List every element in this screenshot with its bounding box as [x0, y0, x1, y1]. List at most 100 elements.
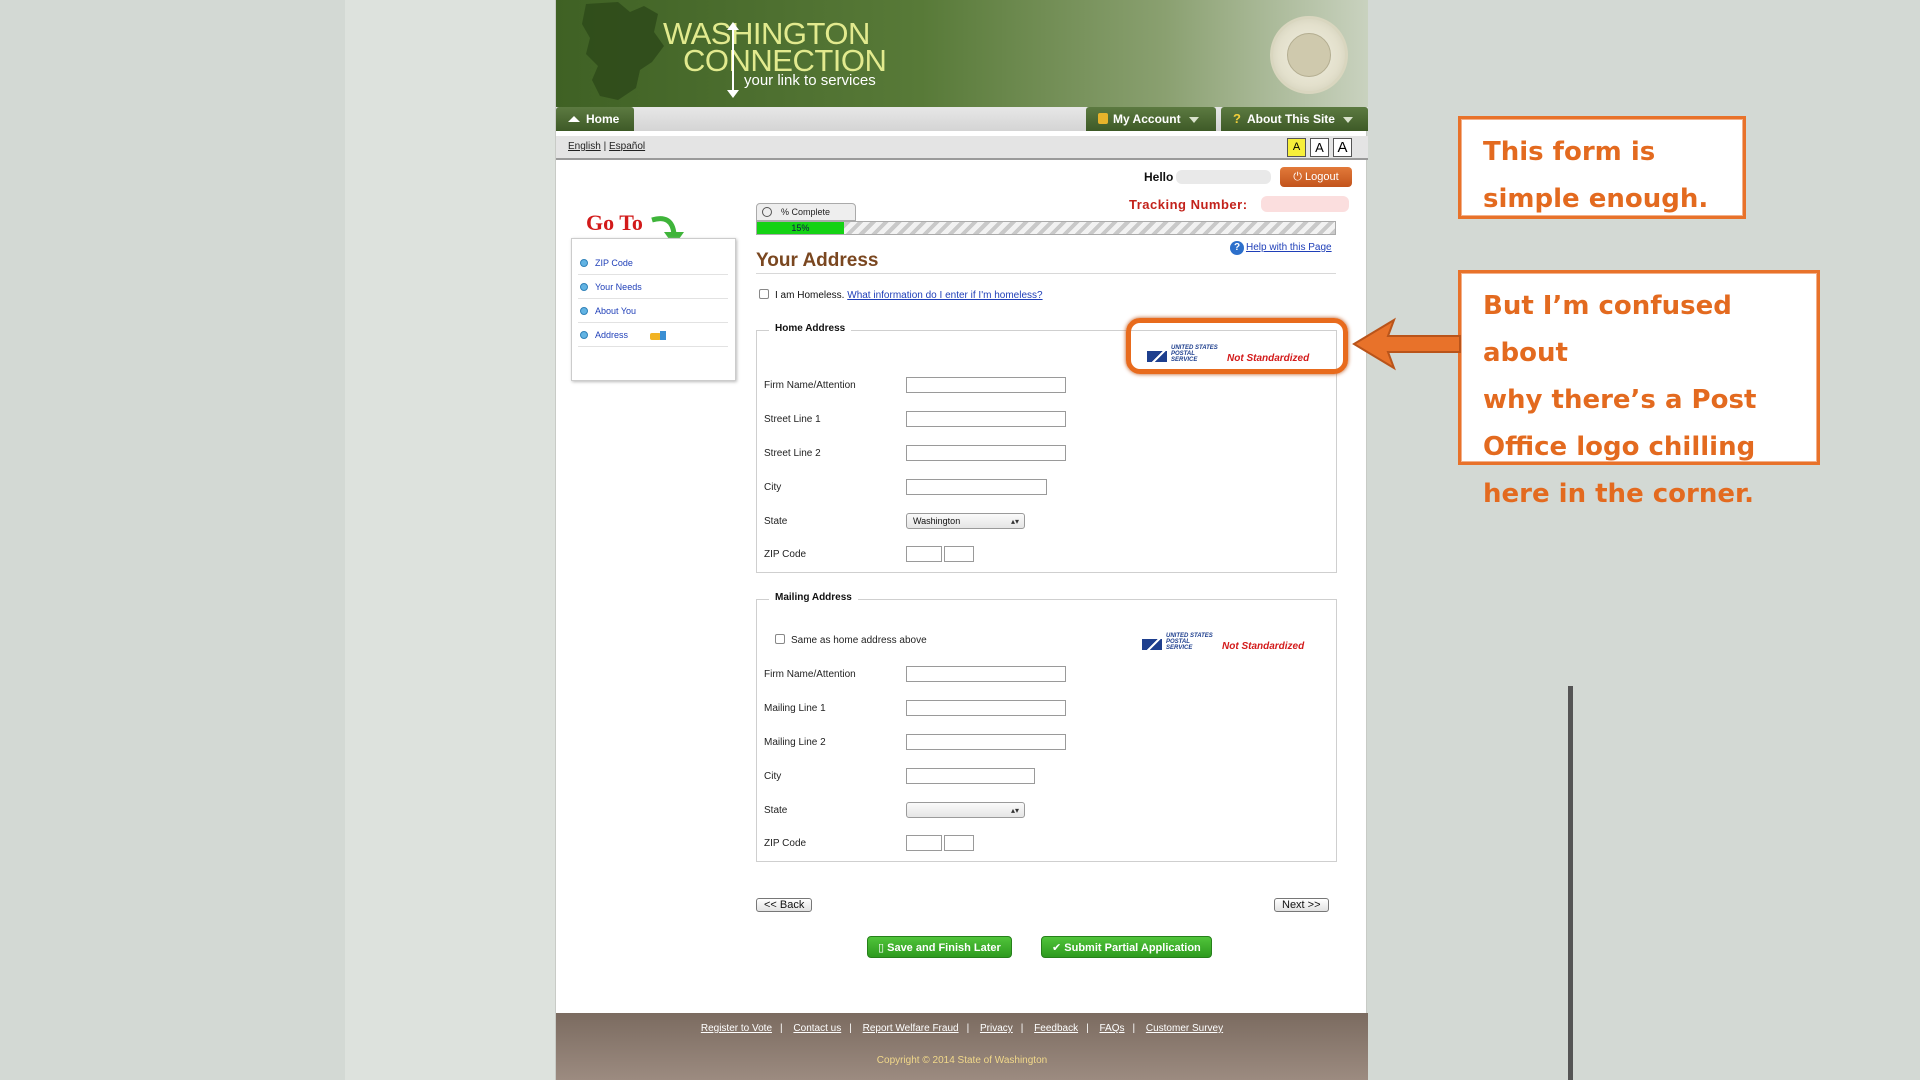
font-size-medium-button[interactable]: A	[1310, 138, 1329, 157]
save-label: Save and Finish Later	[887, 942, 1001, 954]
bullet-icon	[580, 307, 588, 315]
home-street2-label: Street Line 2	[764, 448, 821, 459]
home-street2-input[interactable]	[906, 445, 1066, 461]
tracking-number-label: Tracking Number:	[1129, 197, 1248, 212]
homeless-label: I am Homeless.	[775, 290, 845, 301]
homeless-checkbox[interactable]	[759, 289, 769, 299]
mail-state-label: State	[764, 805, 788, 816]
page-title: Your Address	[756, 250, 879, 271]
nav-home-button[interactable]: Home	[556, 107, 634, 131]
mail-city-input[interactable]	[906, 768, 1035, 784]
same-as-home-label: Same as home address above	[791, 635, 927, 646]
callout2-line2: why there’s a Post	[1483, 385, 1757, 415]
font-size-small-button[interactable]: A	[1287, 138, 1306, 157]
font-size-large-button[interactable]: A	[1333, 138, 1352, 157]
mail-zip4-input[interactable]	[944, 835, 974, 851]
submit-partial-button[interactable]: ✔ Submit Partial Application	[1041, 936, 1212, 958]
logo-double-arrow-icon	[727, 22, 739, 98]
annotation-callout-simple: This form is simple enough.	[1458, 116, 1746, 219]
language-english-link[interactable]: English	[568, 141, 601, 152]
home-state-value: Washington	[913, 516, 961, 526]
footer-link-survey[interactable]: Customer Survey	[1146, 1023, 1223, 1034]
home-firm-label: Firm Name/Attention	[764, 380, 856, 391]
sidebar-item-about-you[interactable]: About You	[578, 299, 728, 323]
mail-state-select[interactable]: ▴▾	[906, 802, 1025, 818]
nav-bar: Home My Account ? About This Site	[556, 107, 1368, 131]
progress-label: % Complete	[756, 203, 856, 221]
slide-background-band	[345, 0, 555, 1080]
goto-sidebar: ZIP Code Your Needs About You Address	[571, 238, 736, 381]
footer-link-privacy[interactable]: Privacy	[980, 1023, 1013, 1034]
back-button[interactable]: << Back	[756, 898, 813, 912]
mail-line2-label: Mailing Line 2	[764, 737, 826, 748]
footer-separator: |	[1020, 1023, 1024, 1034]
clock-icon	[762, 207, 772, 217]
sidebar-item-label: Your Needs	[595, 282, 642, 292]
annotation-highlight-ring	[1126, 318, 1348, 374]
callout2-line4: here in the corner.	[1483, 479, 1754, 509]
hello-greeting: Hello	[1144, 170, 1174, 184]
title-divider	[756, 273, 1336, 274]
footer-copyright: Copyright © 2014 State of Washington	[876, 1055, 1048, 1066]
chevron-down-icon	[1188, 116, 1199, 123]
select-arrows-icon: ▴▾	[1010, 806, 1019, 815]
nav-about-site-menu[interactable]: ? About This Site	[1221, 107, 1368, 131]
sidebar-item-your-needs[interactable]: Your Needs	[578, 275, 728, 299]
goto-heading: Go To	[586, 210, 643, 235]
callout1-line1: This form is	[1483, 137, 1656, 167]
logout-label: Logout	[1305, 171, 1339, 183]
language-switcher: English | Español	[568, 141, 645, 152]
help-with-page-link[interactable]: Help with this Page	[1246, 242, 1332, 253]
checkmark-icon: ✔	[1052, 942, 1065, 954]
nav-about-site-label: About This Site	[1246, 112, 1335, 126]
home-firm-input[interactable]	[906, 377, 1066, 393]
mailing-address-legend: Mailing Address	[769, 592, 858, 603]
home-zip5-input[interactable]	[906, 546, 942, 562]
sidebar-item-zip-code[interactable]: ZIP Code	[578, 251, 728, 275]
progress-bar-fill: 15%	[757, 222, 844, 234]
mail-zip5-input[interactable]	[906, 835, 942, 851]
home-city-input[interactable]	[906, 479, 1047, 495]
home-zip4-input[interactable]	[944, 546, 974, 562]
redacted-username	[1176, 170, 1271, 184]
mail-line2-input[interactable]	[906, 734, 1066, 750]
power-icon: ⏻	[1293, 171, 1306, 183]
footer-link-register-vote[interactable]: Register to Vote	[701, 1023, 772, 1034]
home-street1-input[interactable]	[906, 411, 1066, 427]
footer-link-faqs[interactable]: FAQs	[1099, 1023, 1124, 1034]
footer-separator: |	[1086, 1023, 1089, 1034]
help-icon: ?	[1230, 241, 1244, 255]
language-separator: |	[603, 141, 607, 152]
language-espanol-link[interactable]: Español	[609, 141, 645, 152]
bullet-icon	[580, 283, 588, 291]
bullet-icon	[580, 259, 588, 267]
home-state-select[interactable]: Washington ▴▾	[906, 513, 1025, 529]
nav-my-account-menu[interactable]: My Account	[1086, 107, 1216, 131]
sidebar-item-address[interactable]: Address	[578, 323, 728, 347]
next-button[interactable]: Next >>	[1274, 898, 1329, 912]
same-as-home-checkbox[interactable]	[775, 634, 785, 644]
footer-link-contact[interactable]: Contact us	[793, 1023, 841, 1034]
homeless-row: I am Homeless. What information do I ent…	[759, 289, 1043, 301]
sidebar-item-label: ZIP Code	[595, 258, 633, 268]
annotation-callout-confused: But I’m confused about why there’s a Pos…	[1458, 270, 1820, 509]
nav-home-label: Home	[586, 112, 620, 126]
mail-line1-input[interactable]	[906, 700, 1066, 716]
mail-firm-label: Firm Name/Attention	[764, 669, 856, 680]
home-street1-label: Street Line 1	[764, 414, 821, 425]
same-as-home-row: Same as home address above	[775, 634, 927, 646]
logout-button[interactable]: ⏻ Logout	[1280, 167, 1352, 187]
save-finish-later-button[interactable]: ▯ Save and Finish Later	[867, 936, 1012, 958]
footer-link-feedback[interactable]: Feedback	[1034, 1023, 1078, 1034]
mail-firm-input[interactable]	[906, 666, 1066, 682]
bullet-icon	[580, 331, 588, 339]
footer-separator: |	[849, 1023, 852, 1034]
document-icon: ▯	[878, 942, 888, 954]
annotation-arrow-icon	[1352, 317, 1461, 371]
slide-divider-line	[1568, 686, 1573, 1080]
home-zip-label: ZIP Code	[764, 549, 807, 560]
footer-link-report-fraud[interactable]: Report Welfare Fraud	[863, 1023, 959, 1034]
callout1-line2: simple enough.	[1483, 184, 1709, 214]
homeless-info-link[interactable]: What information do I enter if I'm homel…	[847, 290, 1042, 301]
usps-eagle-logo-icon	[1142, 639, 1162, 650]
